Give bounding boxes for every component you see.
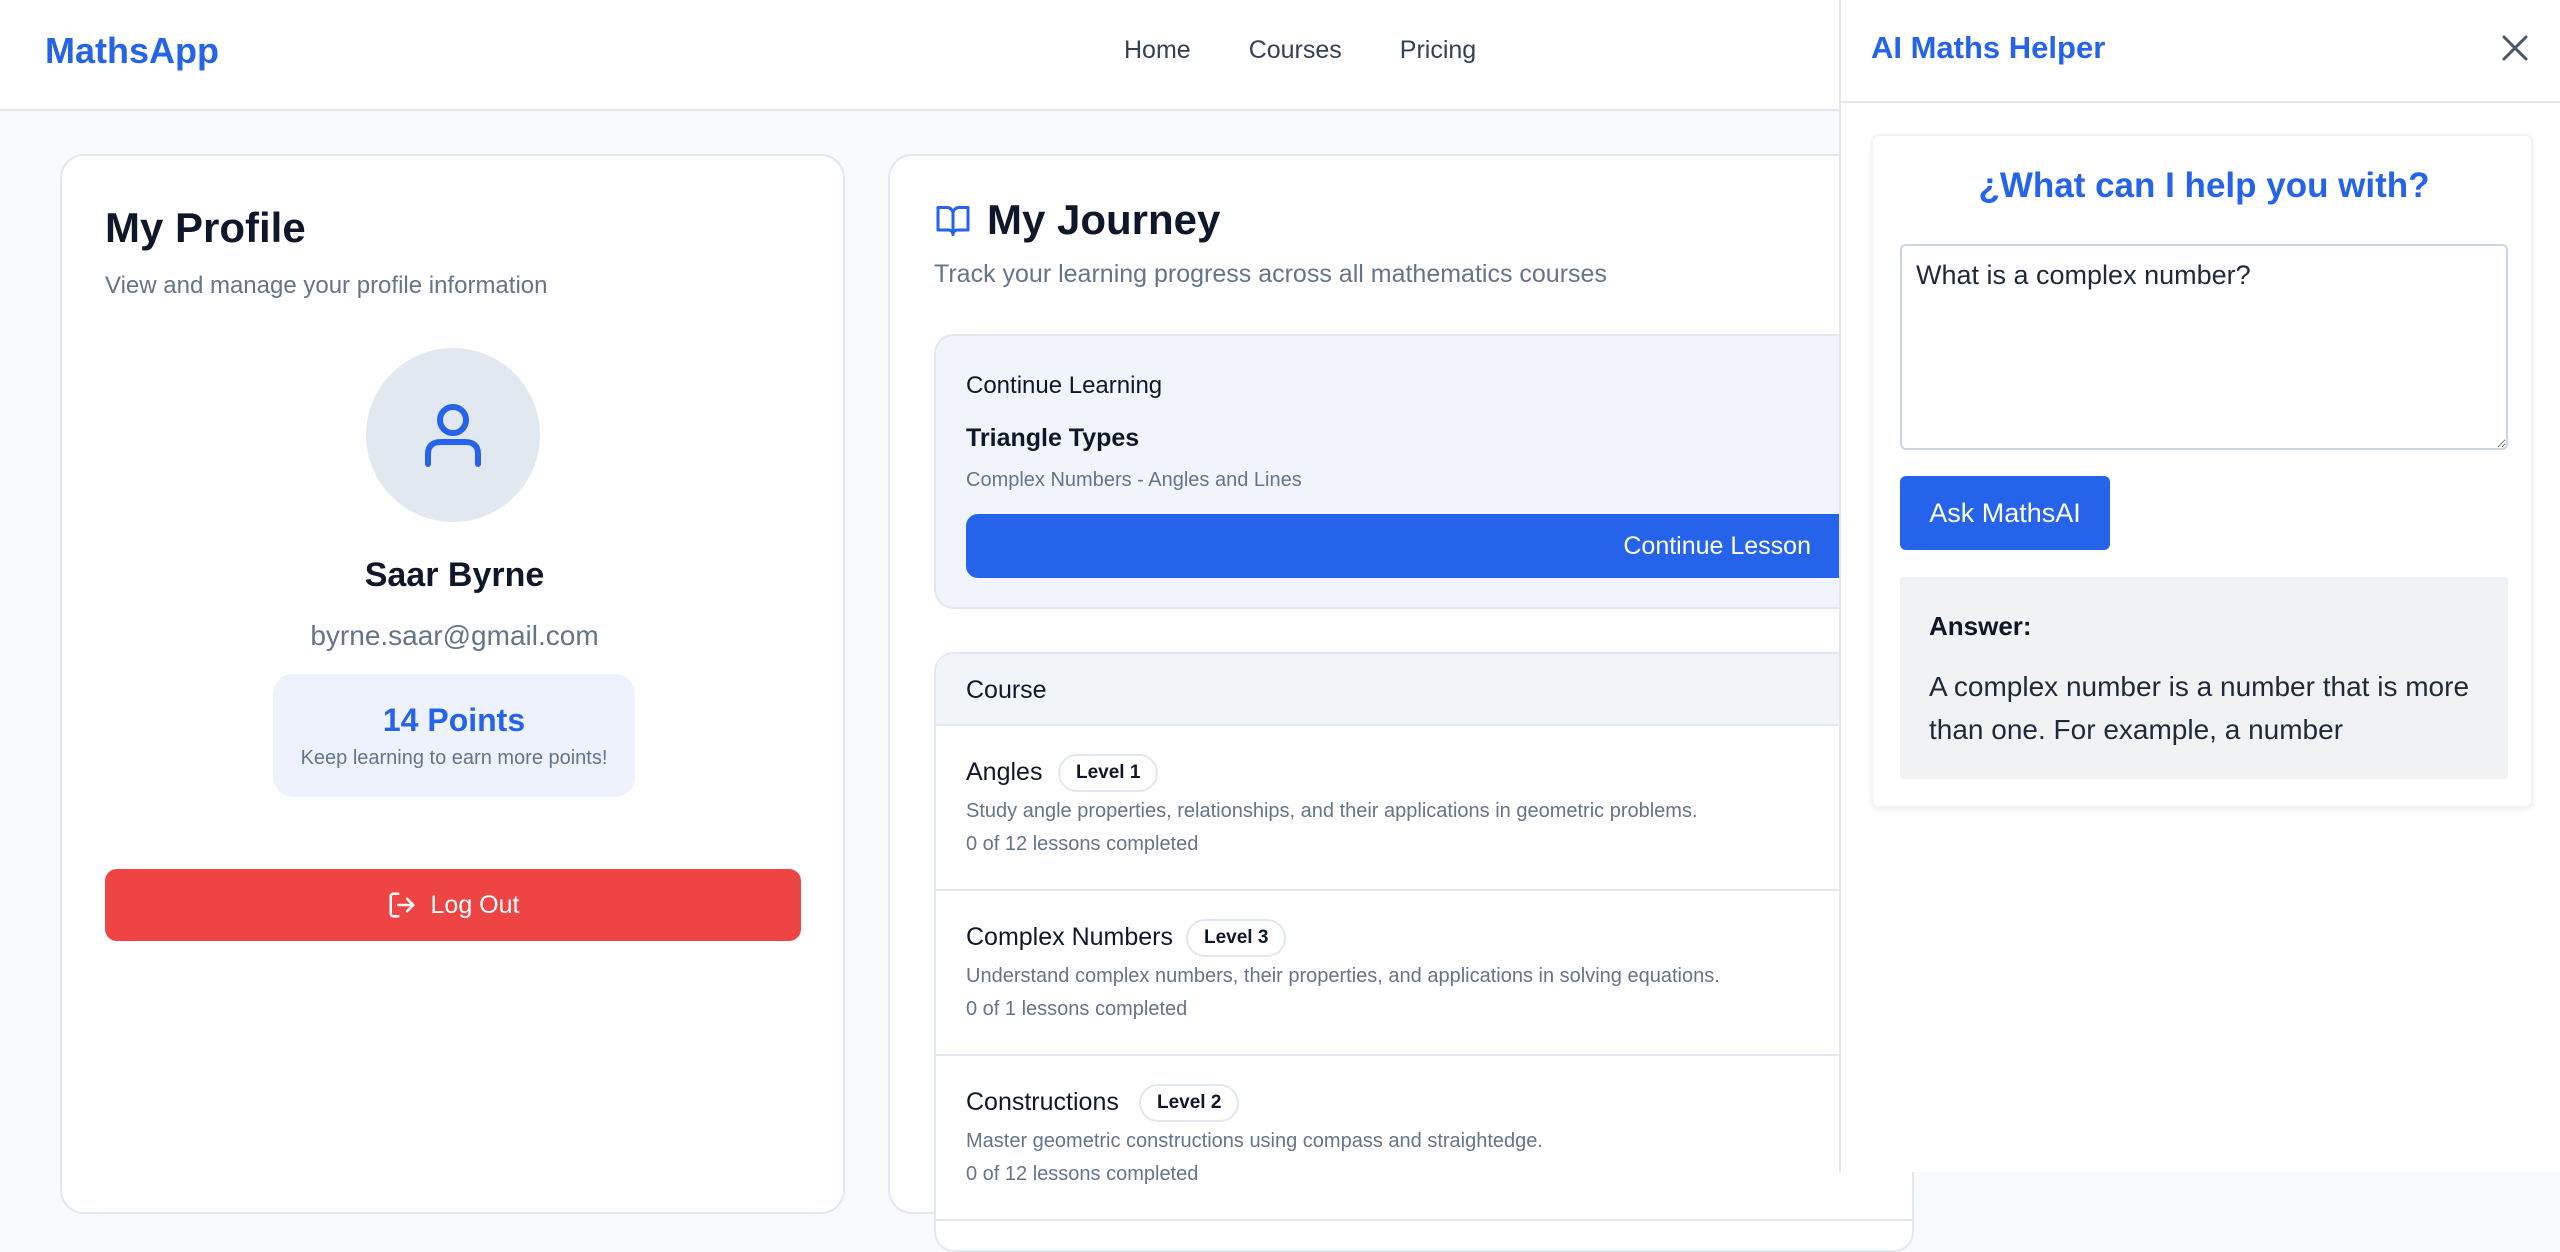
points-badge: 14 Points Keep learning to earn more poi…	[273, 674, 635, 797]
course-description: Understand complex numbers, their proper…	[966, 965, 1720, 987]
course-description: Study angle properties, relationships, a…	[966, 800, 1698, 822]
book-open-icon	[936, 206, 970, 236]
continue-heading: Continue Learning	[966, 372, 1163, 399]
course-row[interactable]: Complex Numbers Level 3 Understand compl…	[936, 891, 1912, 1056]
current-lesson-title: Triangle Types	[966, 424, 1140, 452]
courses-header: Course	[936, 654, 1912, 726]
level-badge: Level 1	[1058, 754, 1159, 792]
profile-email: byrne.saar@gmail.com	[310, 620, 599, 651]
courses-table: Course Angles Level 1 Study angle proper…	[934, 652, 1914, 1252]
ask-mathsai-button[interactable]: Ask MathsAI	[1900, 476, 2110, 550]
avatar	[366, 348, 540, 522]
close-icon[interactable]	[2499, 32, 2531, 64]
ai-panel-title: AI Maths Helper	[1871, 30, 2106, 65]
profile-title: My Profile	[105, 204, 306, 251]
course-progress: 0 of 12 lessons completed	[966, 833, 1199, 855]
profile-subtitle: View and manage your profile information	[105, 272, 548, 299]
panel-divider	[1841, 101, 2560, 103]
continue-lesson-button[interactable]: Continue Lesson	[966, 514, 1906, 578]
app-logo[interactable]: MathsApp	[45, 30, 219, 72]
level-badge: Level 2	[1139, 1084, 1240, 1122]
points-value: 14 Points	[382, 702, 526, 738]
nav-courses-link[interactable]: Courses	[1249, 36, 1342, 65]
level-badge: Level 3	[1186, 919, 1287, 957]
user-icon	[425, 404, 481, 467]
ai-prompt-heading: ¿What can I help you with?	[1978, 166, 2430, 205]
question-input[interactable]: What is a complex number?	[1900, 244, 2508, 450]
course-progress: 0 of 1 lessons completed	[966, 998, 1188, 1020]
course-row[interactable]: Angles Level 1 Study angle properties, r…	[936, 726, 1912, 891]
ai-question-card: ¿What can I help you with? What is a com…	[1871, 134, 2533, 808]
course-progress: 0 of 12 lessons completed	[966, 1163, 1199, 1185]
course-name: Constructions	[966, 1088, 1119, 1116]
profile-card: My Profile View and manage your profile …	[60, 154, 845, 1214]
course-name: Angles	[966, 758, 1043, 786]
ai-helper-panel: AI Maths Helper ¿What can I help you wit…	[1839, 0, 2560, 1172]
main-nav: Home Courses Pricing	[1124, 36, 1476, 65]
continue-learning-panel: Continue Learning Triangle Types Complex…	[934, 334, 1914, 609]
logout-label: Log Out	[430, 890, 520, 919]
points-hint: Keep learning to earn more points!	[300, 747, 608, 769]
course-row[interactable]: Constructions Level 2 Master geometric c…	[936, 1056, 1912, 1221]
current-lesson-context: Complex Numbers - Angles and Lines	[966, 469, 1302, 491]
journey-card: My Journey Track your learning progress …	[888, 154, 1914, 1252]
answer-box: Answer: A complex number is a number tha…	[1900, 577, 2508, 779]
journey-subtitle: Track your learning progress across all …	[934, 260, 1607, 288]
profile-name: Saar Byrne	[364, 556, 545, 594]
journey-title: My Journey	[987, 196, 1221, 243]
answer-text: A complex number is a number that is mor…	[1929, 671, 2470, 745]
course-name: Complex Numbers	[966, 923, 1174, 951]
answer-label: Answer:	[1929, 611, 2032, 641]
nav-pricing-link[interactable]: Pricing	[1400, 36, 1476, 65]
logout-button[interactable]: Log Out	[105, 869, 801, 941]
logout-icon	[389, 892, 415, 918]
course-description: Master geometric constructions using com…	[966, 1130, 1543, 1152]
nav-home-link[interactable]: Home	[1124, 36, 1191, 65]
